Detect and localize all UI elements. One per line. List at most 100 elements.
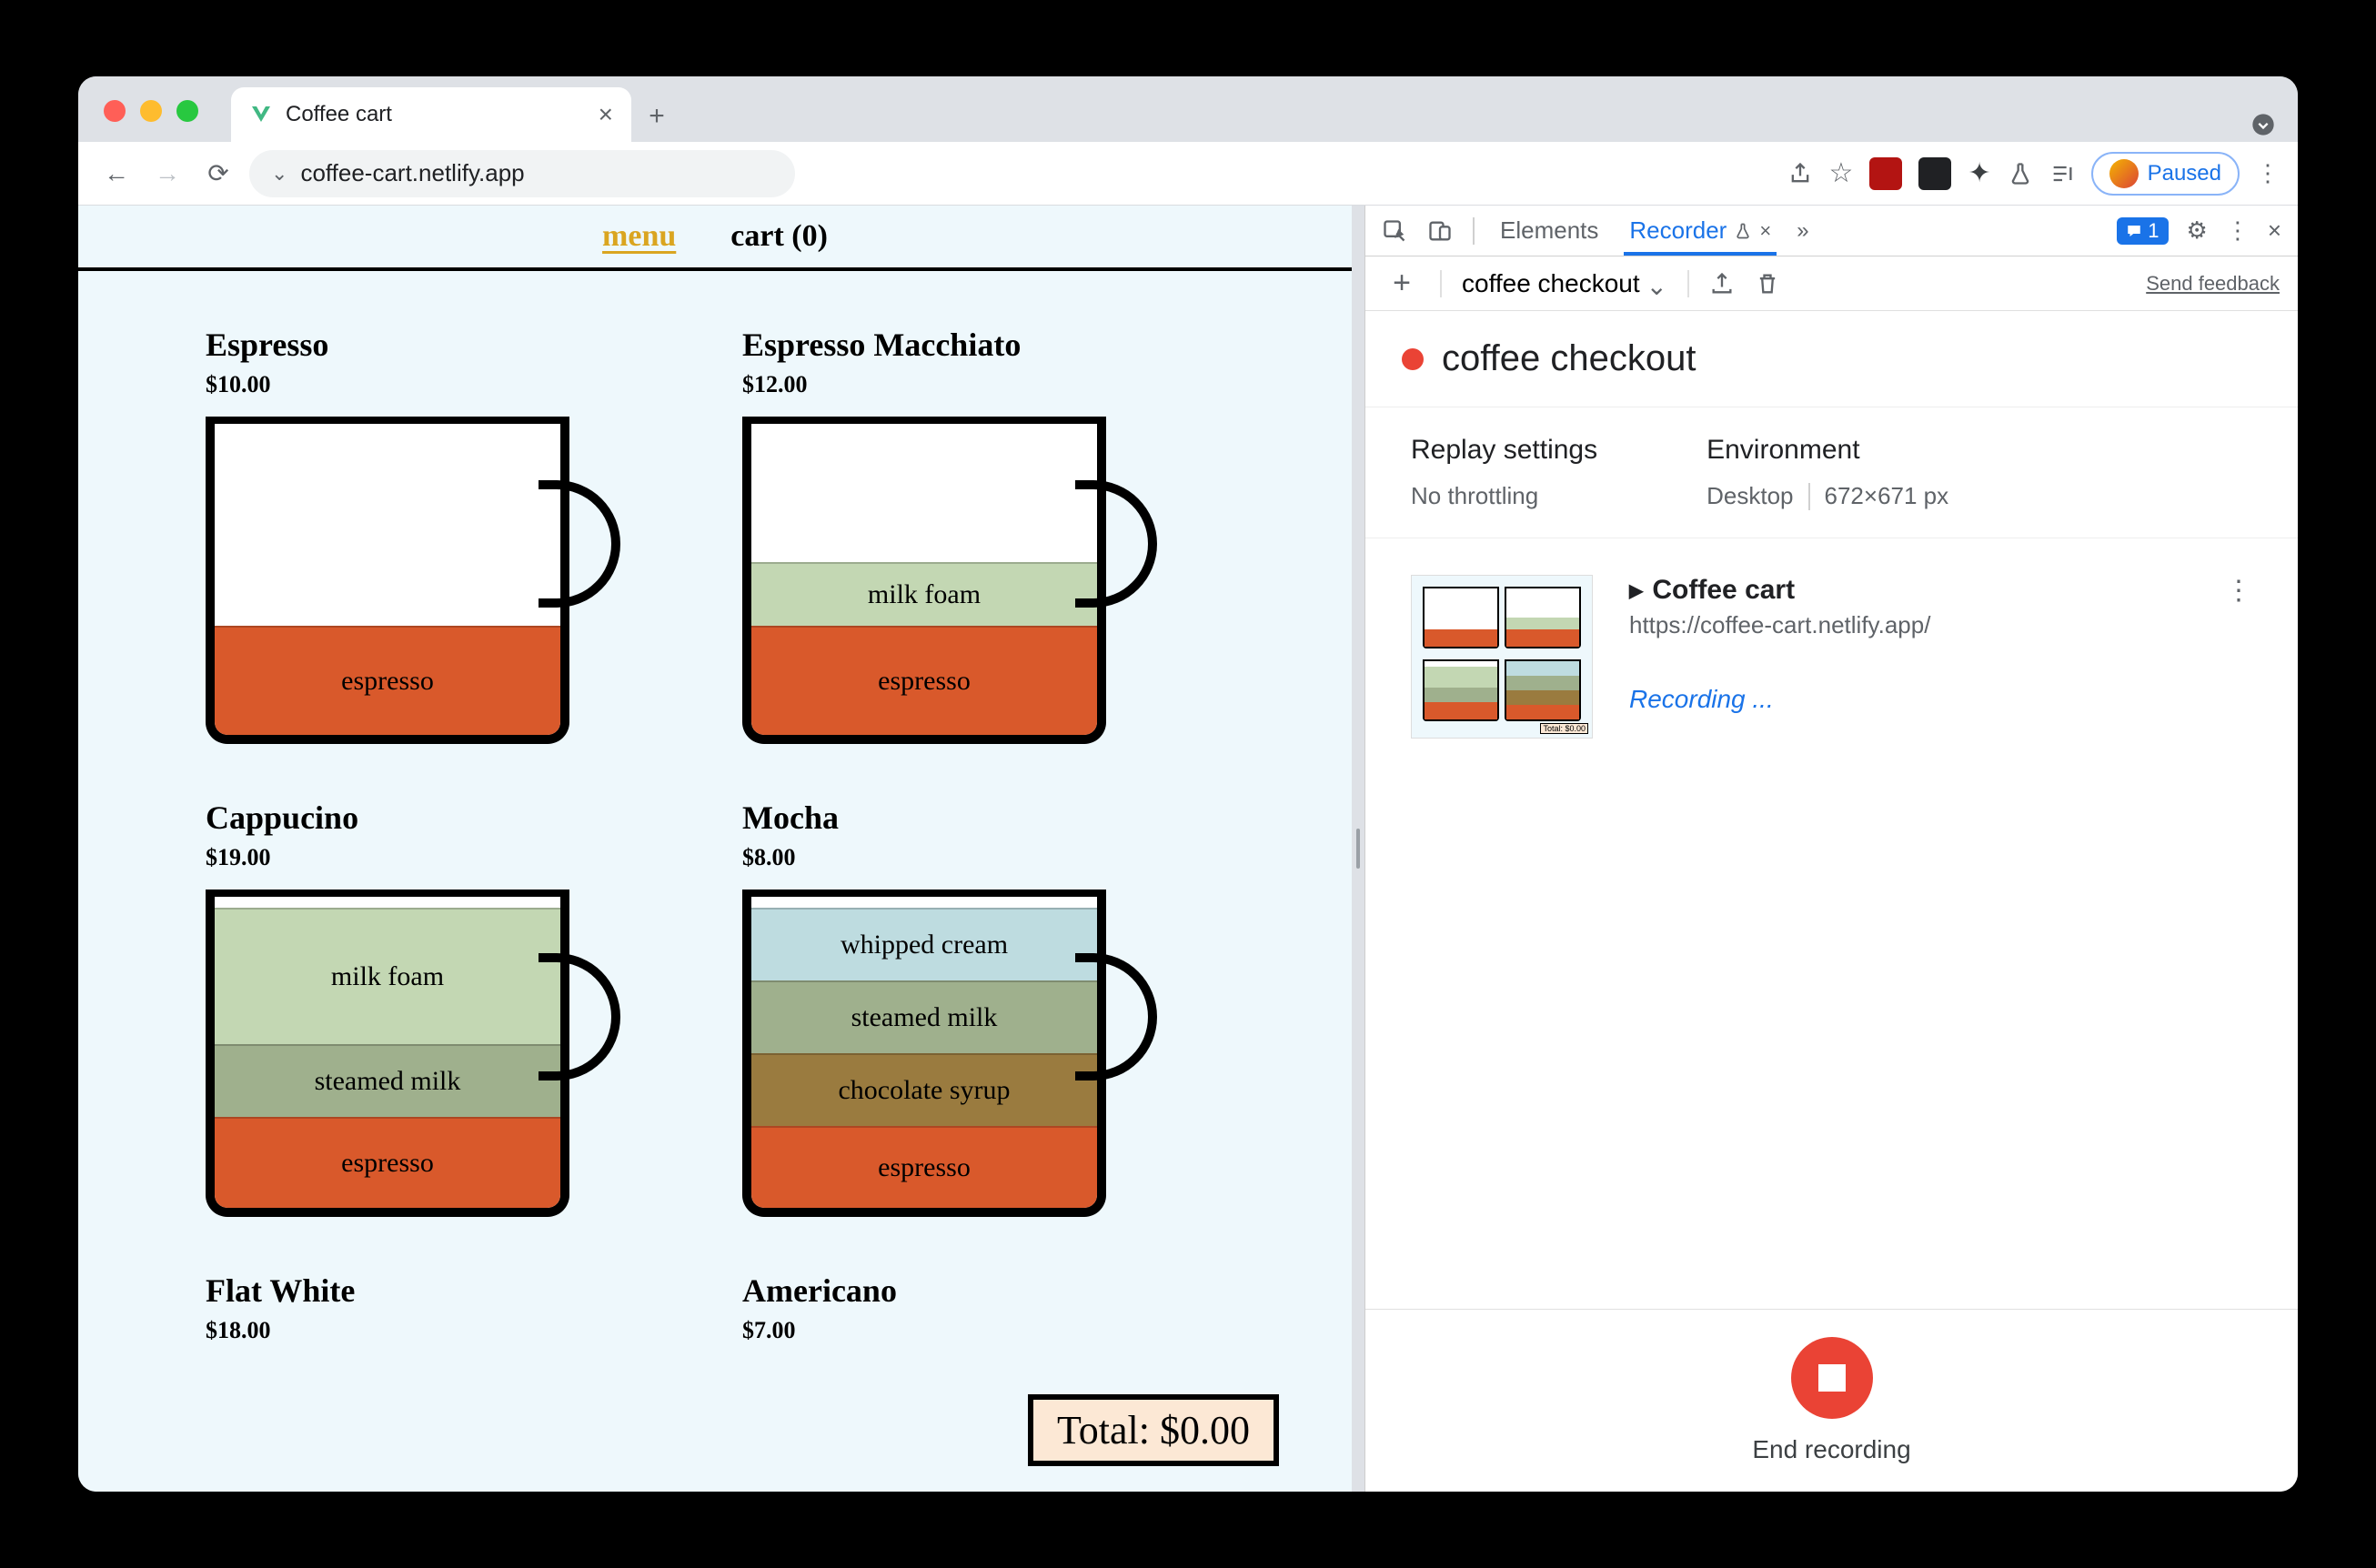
send-feedback-link[interactable]: Send feedback bbox=[2146, 272, 2280, 296]
minimize-window-button[interactable] bbox=[140, 100, 162, 122]
product-card[interactable]: Flat White$18.00 bbox=[206, 1271, 688, 1362]
issues-count: 1 bbox=[2148, 219, 2159, 243]
replay-heading: Replay settings bbox=[1411, 435, 1597, 466]
device-toggle-icon[interactable] bbox=[1427, 218, 1453, 244]
product-card[interactable]: Americano$7.00 bbox=[742, 1271, 1224, 1362]
browser-tab[interactable]: Coffee cart × bbox=[231, 87, 631, 142]
product-card[interactable]: Espresso Macchiato $12.00 milk foamespress… bbox=[742, 326, 1224, 762]
nav-menu-link[interactable]: menu bbox=[602, 219, 676, 254]
menu-grid: Espresso$10.00espressoEspresso Macchiato… bbox=[78, 271, 1352, 1417]
record-indicator-icon bbox=[1402, 348, 1424, 370]
product-price: $19.00 bbox=[206, 844, 688, 871]
back-button[interactable]: ← bbox=[96, 154, 136, 194]
close-window-button[interactable] bbox=[104, 100, 126, 122]
tab-recorder[interactable]: Recorder × bbox=[1624, 206, 1777, 256]
tab-elements[interactable]: Elements bbox=[1495, 206, 1604, 256]
profile-paused-chip[interactable]: Paused bbox=[2091, 152, 2240, 196]
close-tab-icon[interactable]: × bbox=[599, 100, 613, 129]
browser-menu-icon[interactable]: ⋮ bbox=[2256, 159, 2280, 187]
product-price: $8.00 bbox=[742, 844, 1224, 871]
recorder-toolbar: + coffee checkout Send feedback bbox=[1365, 256, 2298, 311]
webpage: menu cart (0) Espresso$10.00espressoEspr… bbox=[78, 206, 1352, 1492]
flask-icon[interactable] bbox=[2008, 161, 2033, 186]
window-controls bbox=[104, 100, 198, 122]
stop-icon bbox=[1818, 1364, 1846, 1392]
cup-illustration: whipped creamsteamed milkchocolate syrup… bbox=[742, 890, 1161, 1235]
cup-layer: espresso bbox=[751, 626, 1097, 735]
maximize-window-button[interactable] bbox=[176, 100, 198, 122]
product-card[interactable]: Espresso $10.00 espresso bbox=[206, 326, 688, 762]
address-bar[interactable]: ⌄ coffee-cart.netlify.app bbox=[249, 150, 795, 197]
cup-layer: espresso bbox=[215, 626, 560, 735]
devtools-splitter[interactable] bbox=[1352, 206, 1364, 1492]
nav-cart-link[interactable]: cart (0) bbox=[730, 219, 828, 254]
environment-settings: Environment Desktop 672×671 px bbox=[1706, 435, 1948, 510]
share-icon[interactable] bbox=[1787, 161, 1813, 186]
reload-button[interactable]: ⟳ bbox=[198, 154, 238, 194]
more-menu-icon[interactable]: ⋮ bbox=[2226, 216, 2250, 245]
extensions-puzzle-icon[interactable]: ✦ bbox=[1968, 157, 1990, 189]
reading-list-icon[interactable] bbox=[2049, 161, 2075, 186]
settings-gear-icon[interactable]: ⚙ bbox=[2187, 216, 2208, 245]
new-tab-button[interactable]: + bbox=[631, 91, 682, 142]
more-tabs-icon[interactable]: » bbox=[1797, 218, 1808, 244]
recording-select[interactable]: coffee checkout bbox=[1462, 269, 1667, 297]
devtools-tabbar: Elements Recorder × » 1 ⚙ ⋮ × bbox=[1365, 206, 2298, 256]
product-card[interactable]: Mocha $8.00 whipped creamsteamed milkchoco… bbox=[742, 799, 1224, 1235]
cup-layer: milk foam bbox=[215, 908, 560, 1044]
product-card[interactable]: Cappucino$19.00milk foamsteamed milkespr… bbox=[206, 799, 688, 1235]
close-devtools-icon[interactable]: × bbox=[2268, 216, 2281, 245]
step-info: ▶ Coffee cart https://coffee-cart.netlif… bbox=[1629, 575, 2189, 714]
inspect-element-icon[interactable] bbox=[1382, 218, 1407, 244]
browser-toolbar: ← → ⟳ ⌄ coffee-cart.netlify.app ☆ ✦ Paus… bbox=[78, 142, 2298, 206]
forward-button[interactable]: → bbox=[147, 154, 187, 194]
chat-icon bbox=[2126, 223, 2142, 239]
bookmark-icon[interactable]: ☆ bbox=[1829, 157, 1854, 189]
export-icon[interactable] bbox=[1709, 271, 1735, 297]
env-device: Desktop bbox=[1706, 482, 1793, 510]
product-price: $18.00 bbox=[206, 1317, 688, 1344]
product-price: $7.00 bbox=[742, 1317, 1224, 1344]
divider bbox=[1687, 270, 1689, 297]
end-recording-section: End recording bbox=[1365, 1309, 2298, 1492]
expand-triangle-icon[interactable]: ▶ bbox=[1629, 579, 1643, 602]
step-menu-icon[interactable]: ⋮ bbox=[2225, 575, 2252, 607]
close-tab-icon[interactable]: × bbox=[1759, 219, 1771, 243]
product-name: Espresso bbox=[206, 326, 688, 364]
recording-title-row: coffee checkout bbox=[1365, 311, 2298, 407]
delete-icon[interactable] bbox=[1755, 271, 1780, 297]
total-badge[interactable]: Total: $0.00 bbox=[1028, 1394, 1279, 1466]
new-recording-button[interactable]: + bbox=[1384, 266, 1420, 301]
recording-selector[interactable]: coffee checkout bbox=[1462, 269, 1667, 297]
product-price: $12.00 bbox=[742, 371, 1224, 398]
cup-layer: whipped cream bbox=[751, 908, 1097, 980]
replay-settings[interactable]: Replay settings No throttling bbox=[1411, 435, 1597, 510]
tab-strip: Coffee cart × + bbox=[78, 76, 2298, 142]
cup-layer: milk foam bbox=[751, 562, 1097, 626]
recording-settings: Replay settings No throttling Environmen… bbox=[1365, 407, 2298, 538]
cup-layer: espresso bbox=[215, 1117, 560, 1208]
stop-recording-button[interactable] bbox=[1791, 1337, 1873, 1419]
cup-illustration: espresso bbox=[206, 417, 624, 762]
env-size: 672×671 px bbox=[1825, 482, 1949, 510]
chevron-down-icon[interactable] bbox=[2250, 112, 2276, 137]
recording-title: coffee checkout bbox=[1442, 338, 1696, 379]
avatar-icon bbox=[2109, 159, 2139, 188]
cup-layer: steamed milk bbox=[751, 980, 1097, 1053]
extension-icon[interactable] bbox=[1918, 157, 1951, 190]
paused-label: Paused bbox=[2148, 161, 2221, 186]
recording-step: Total: $0.00 ▶ Coffee cart https://coffe… bbox=[1365, 538, 2298, 775]
product-name: Cappucino bbox=[206, 799, 688, 837]
divider bbox=[1440, 270, 1442, 297]
issues-chip[interactable]: 1 bbox=[2117, 217, 2168, 245]
replay-value: No throttling bbox=[1411, 482, 1597, 510]
extension-icon[interactable] bbox=[1869, 157, 1902, 190]
cup-layer: chocolate syrup bbox=[751, 1053, 1097, 1126]
product-price: $10.00 bbox=[206, 371, 688, 398]
divider bbox=[1808, 483, 1810, 510]
product-name: Mocha bbox=[742, 799, 1224, 837]
divider bbox=[1473, 217, 1475, 245]
step-title-row[interactable]: ▶ Coffee cart bbox=[1629, 575, 2189, 606]
site-info-icon[interactable]: ⌄ bbox=[271, 162, 287, 186]
product-name: Espresso Macchiato bbox=[742, 326, 1224, 364]
